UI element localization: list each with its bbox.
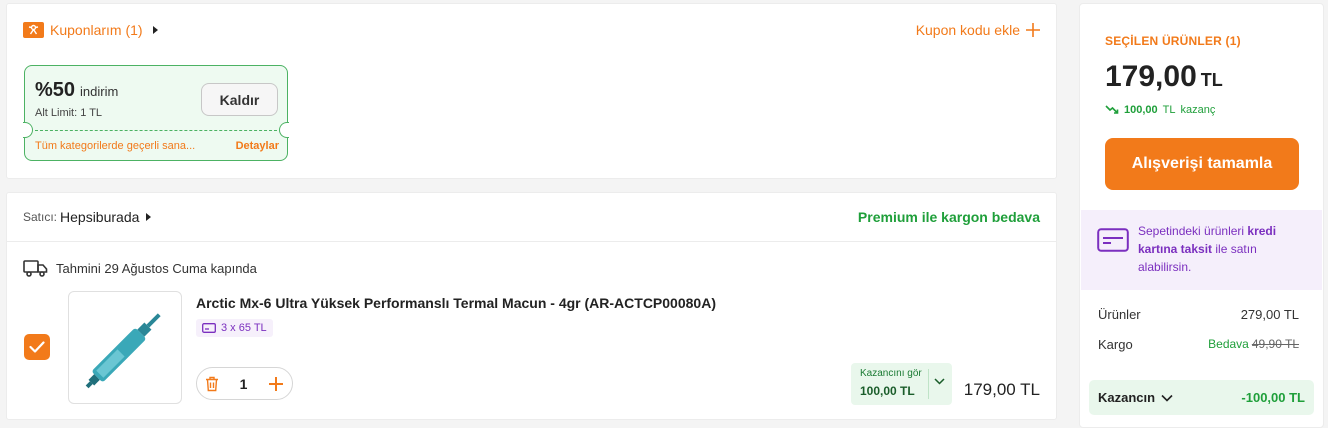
gain-currency: TL bbox=[1162, 104, 1176, 116]
seller-name: Hepsiburada bbox=[60, 209, 140, 225]
add-coupon-label: Kupon kodu ekle bbox=[915, 22, 1020, 38]
divider bbox=[7, 241, 1056, 242]
trend-down-icon bbox=[1105, 105, 1119, 115]
products-total-row: Ürünler 279,00 TL bbox=[1098, 307, 1299, 322]
installment-info-text: Sepetindeki ürünleri kredi kartına taksi… bbox=[1138, 222, 1313, 276]
ticket-notch-left bbox=[23, 122, 33, 138]
cargo-label: Kargo bbox=[1098, 337, 1133, 352]
plus-icon bbox=[1026, 23, 1040, 37]
total-price: 179,00 TL bbox=[1105, 60, 1223, 94]
credit-card-icon bbox=[1097, 228, 1129, 252]
checkout-button[interactable]: Alışverişi tamamla bbox=[1105, 138, 1299, 190]
chevron-down-icon bbox=[1161, 394, 1173, 402]
total-gain-value: -100,00 TL bbox=[1241, 390, 1305, 405]
coupon-validity: Tüm kategorilerde geçerli sana... bbox=[35, 140, 196, 152]
seller-card: Satıcı: Hepsiburada Premium ile kargon b… bbox=[6, 192, 1057, 420]
coupon-icon bbox=[23, 22, 44, 38]
cargo-row: Kargo Bedava 49,90 TL bbox=[1098, 337, 1299, 352]
delivery-text: Tahmini 29 Ağustos Cuma kapında bbox=[56, 261, 257, 276]
earnings-value: 100,00 TL bbox=[860, 384, 915, 398]
seller-label: Satıcı: bbox=[23, 210, 58, 224]
discount-percent: %50 bbox=[35, 79, 76, 101]
caret-right-icon bbox=[146, 213, 152, 221]
gain-summary: 100,00 TL kazanç bbox=[1105, 104, 1215, 116]
total-amount: 179,00 bbox=[1105, 60, 1197, 93]
products-total-label: Ürünler bbox=[1098, 307, 1141, 322]
selected-products-title: SEÇİLEN ÜRÜNLER (1) bbox=[1105, 34, 1241, 48]
caret-right-icon bbox=[152, 26, 158, 34]
order-summary: SEÇİLEN ÜRÜNLER (1) 179,00 TL 100,00 TL … bbox=[1079, 3, 1324, 428]
total-currency: TL bbox=[1200, 70, 1223, 90]
total-gain-label: Kazancın bbox=[1098, 390, 1156, 405]
product-price: 179,00 TL bbox=[963, 380, 1040, 399]
total-gain-label-group: Kazancın bbox=[1098, 390, 1173, 405]
truck-icon bbox=[23, 260, 48, 277]
add-coupon-button[interactable]: Kupon kodu ekle bbox=[916, 22, 1040, 38]
gain-word: kazanç bbox=[1180, 104, 1216, 116]
coupons-card: Kuponlarım (1) Kupon kodu ekle %50 indir… bbox=[6, 3, 1057, 179]
seller-link[interactable]: Satıcı: Hepsiburada bbox=[23, 209, 152, 225]
products-total-value: 279,00 TL bbox=[1240, 307, 1299, 322]
product-image[interactable] bbox=[68, 291, 182, 404]
earnings-toggle[interactable]: Kazancını gör 100,00 TL bbox=[851, 363, 952, 405]
chevron-down-icon bbox=[934, 378, 945, 385]
installment-text: 3 x 65 TL bbox=[221, 322, 267, 334]
coupon-discount: %50 indirim bbox=[35, 79, 118, 102]
coupon-details-link[interactable]: Detaylar bbox=[236, 140, 279, 152]
premium-shipping-note: Premium ile kargon bedava bbox=[857, 209, 1040, 225]
installment-badge: 3 x 65 TL bbox=[196, 319, 273, 337]
remove-coupon-button[interactable]: Kaldır bbox=[201, 83, 278, 116]
earnings-separator bbox=[928, 369, 929, 399]
trash-icon[interactable] bbox=[205, 376, 219, 392]
cargo-value: Bedava 49,90 TL bbox=[1208, 337, 1299, 352]
coupons-title: Kuponlarım (1) bbox=[50, 22, 143, 38]
ticket-notch-right bbox=[279, 122, 289, 138]
product-checkbox[interactable] bbox=[24, 334, 50, 360]
cargo-old-price: 49,90 TL bbox=[1251, 337, 1299, 351]
discount-word: indirim bbox=[80, 84, 119, 99]
total-gain-toggle[interactable]: Kazancın -100,00 TL bbox=[1089, 380, 1314, 415]
earnings-label: Kazancını gör bbox=[860, 368, 922, 379]
coupons-header[interactable]: Kuponlarım (1) bbox=[23, 22, 158, 38]
product-title[interactable]: Arctic Mx-6 Ultra Yüksek Performanslı Te… bbox=[196, 295, 716, 311]
coupon-limit: Alt Limit: 1 TL bbox=[35, 107, 103, 119]
cargo-free: Bedava bbox=[1208, 337, 1249, 351]
checkmark-icon bbox=[29, 341, 45, 353]
installment-text-part1: Sepetindeki ürünleri bbox=[1138, 224, 1248, 238]
installment-info: Sepetindeki ürünleri kredi kartına taksi… bbox=[1081, 210, 1322, 290]
quantity-value: 1 bbox=[239, 375, 248, 392]
quantity-stepper: 1 bbox=[196, 367, 293, 400]
credit-card-icon bbox=[202, 323, 216, 333]
coupon-ticket: %50 indirim Alt Limit: 1 TL Kaldır Tüm k… bbox=[23, 65, 289, 161]
gain-amount: 100,00 bbox=[1124, 104, 1158, 116]
plus-icon[interactable] bbox=[268, 376, 284, 392]
delivery-estimate: Tahmini 29 Ağustos Cuma kapında bbox=[23, 260, 257, 277]
ticket-divider bbox=[35, 130, 277, 131]
